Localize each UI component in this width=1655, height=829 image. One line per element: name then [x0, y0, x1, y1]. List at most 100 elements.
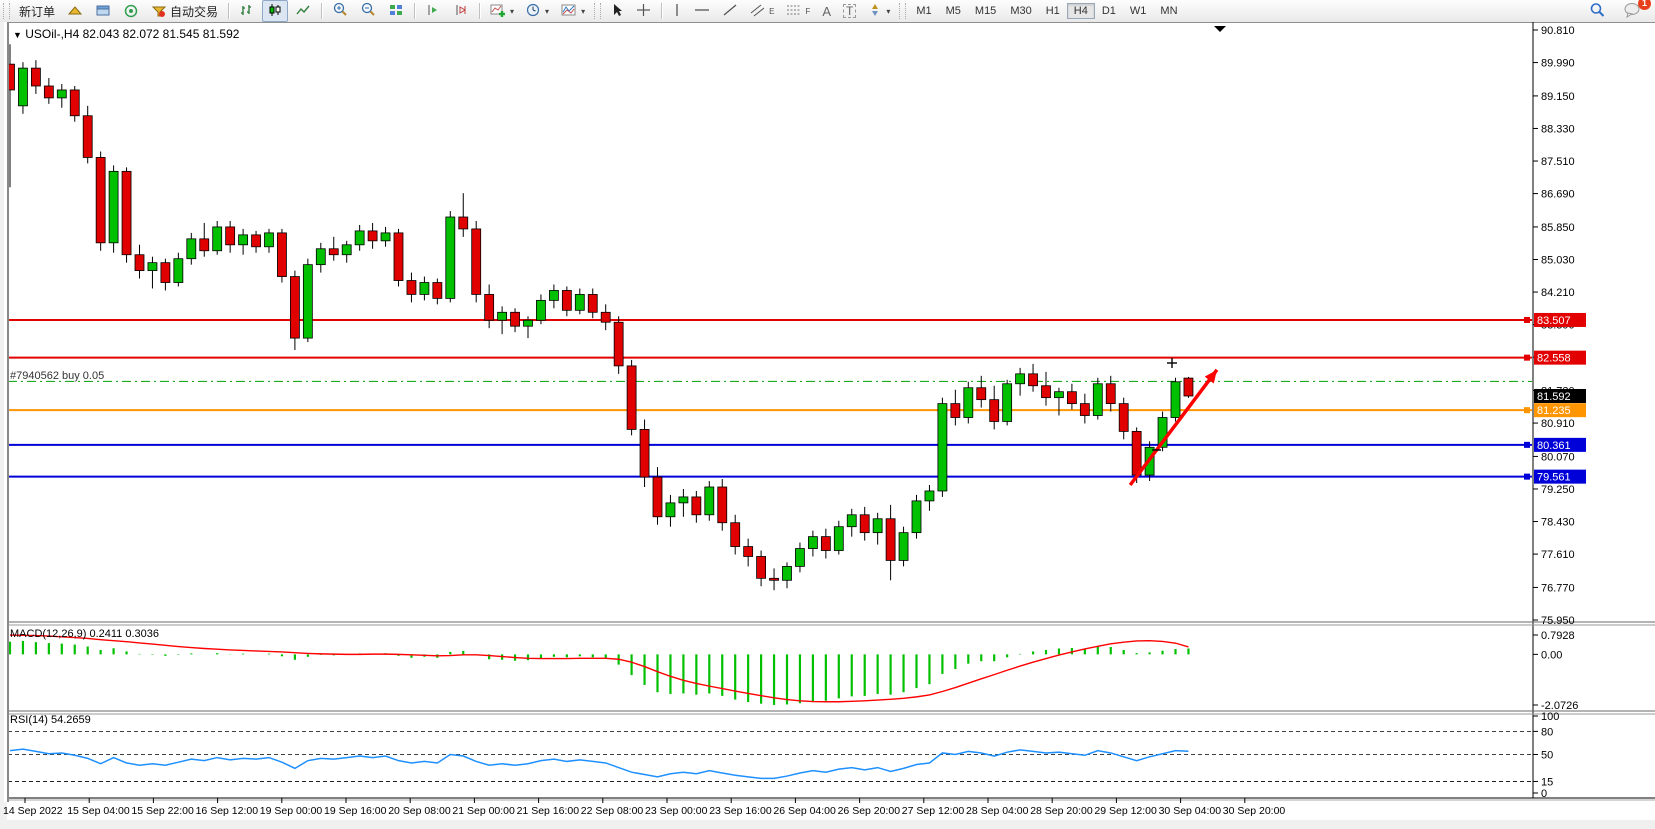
svg-text:27 Sep 12:00: 27 Sep 12:00: [902, 805, 965, 817]
svg-text:79.250: 79.250: [1541, 484, 1575, 496]
horizontal-line-button[interactable]: [689, 0, 715, 22]
toolbar-grip[interactable]: [899, 3, 906, 19]
svg-text:50: 50: [1541, 750, 1553, 762]
line-chart-button[interactable]: [290, 0, 316, 22]
new-order-label: 新订单: [19, 3, 55, 20]
tab-timeframe-m5[interactable]: M5: [939, 3, 968, 19]
svg-text:79.561: 79.561: [1537, 472, 1571, 484]
zoom-out-button[interactable]: [355, 0, 381, 22]
crosshair-icon: [636, 3, 651, 20]
terminal-icon: [95, 4, 111, 18]
toolbar-grip[interactable]: [3, 3, 10, 19]
svg-text:90.810: 90.810: [1541, 25, 1575, 37]
svg-text:85.030: 85.030: [1541, 254, 1575, 266]
bar-chart-button[interactable]: [234, 0, 260, 22]
svg-text:83.507: 83.507: [1537, 315, 1571, 327]
timeframe-toolbar: M1M5M15M30H1H4D1W1MN: [909, 3, 1184, 19]
svg-text:23 Sep 16:00: 23 Sep 16:00: [709, 805, 772, 817]
svg-text:81.592: 81.592: [1537, 391, 1571, 403]
vertical-line-button[interactable]: [667, 0, 687, 22]
arrows-caret-icon: ▾: [886, 7, 890, 16]
line-chart-icon: [295, 3, 311, 20]
toolbar-grip[interactable]: [594, 3, 601, 19]
periods-button[interactable]: ▾: [521, 0, 554, 22]
tile-windows-button[interactable]: [383, 0, 409, 22]
sonar-icon: [123, 4, 139, 18]
vertical-line-icon: [672, 3, 682, 20]
channel-icon: [750, 3, 766, 20]
crosshair-button[interactable]: [631, 0, 656, 22]
auto-scroll-button[interactable]: [420, 0, 446, 22]
fibonacci-button[interactable]: F: [781, 0, 815, 22]
svg-text:15 Sep 22:00: 15 Sep 22:00: [131, 805, 194, 817]
tab-timeframe-h1[interactable]: H1: [1039, 3, 1067, 19]
toolbar-separator: [228, 3, 229, 19]
text-label-icon: T: [843, 4, 856, 18]
clock-icon: [526, 3, 541, 20]
text-label-button[interactable]: T: [838, 0, 861, 22]
svg-text:20 Sep 08:00: 20 Sep 08:00: [388, 805, 451, 817]
tab-timeframe-h4[interactable]: H4: [1067, 3, 1095, 19]
zoom-in-icon: [332, 2, 348, 20]
svg-text:28 Sep 04:00: 28 Sep 04:00: [966, 805, 1029, 817]
svg-text:87.510: 87.510: [1541, 156, 1575, 168]
cursor-button[interactable]: [605, 0, 629, 22]
svg-text:0: 0: [1541, 788, 1547, 800]
svg-text:80.361: 80.361: [1537, 440, 1571, 452]
arrows-button[interactable]: ▾: [863, 0, 895, 22]
notification-badge: 1: [1638, 0, 1651, 10]
price-chart-canvas[interactable]: 90.81089.99089.15088.33087.51086.69085.8…: [0, 22, 1655, 824]
trendline-button[interactable]: [717, 0, 743, 22]
candlestick-chart-icon: [267, 3, 283, 20]
search-button[interactable]: [1584, 0, 1611, 22]
arrows-tool-icon: [868, 3, 882, 20]
svg-text:82.558: 82.558: [1537, 353, 1571, 365]
window-left-splitter[interactable]: [0, 22, 9, 802]
tab-timeframe-m15[interactable]: M15: [968, 3, 1003, 19]
svg-text:89.990: 89.990: [1541, 58, 1575, 70]
zoom-out-icon: [360, 2, 376, 20]
svg-text:30 Sep 20:00: 30 Sep 20:00: [1223, 805, 1286, 817]
horizontal-line-icon: [694, 3, 710, 20]
toolbar-separator: [661, 3, 662, 19]
channel-letter: E: [769, 7, 774, 16]
text-tool-icon: A: [822, 4, 831, 19]
fibonacci-icon: [786, 3, 802, 20]
tab-timeframe-m30[interactable]: M30: [1003, 3, 1038, 19]
strategy-tester-button[interactable]: [118, 0, 144, 22]
tab-timeframe-m1[interactable]: M1: [909, 3, 938, 19]
svg-text:19 Sep 16:00: 19 Sep 16:00: [324, 805, 387, 817]
templates-caret-icon: ▾: [581, 7, 585, 16]
tile-windows-icon: [388, 3, 404, 20]
equidistant-channel-button[interactable]: E: [745, 0, 779, 22]
chart-profile-button[interactable]: [62, 0, 88, 22]
svg-text:23 Sep 00:00: 23 Sep 00:00: [645, 805, 708, 817]
auto-trading-button[interactable]: 自动交易: [146, 0, 223, 22]
svg-text:0.7928: 0.7928: [1541, 630, 1575, 642]
chart-background: [7, 22, 1655, 820]
tab-timeframe-d1[interactable]: D1: [1095, 3, 1123, 19]
text-button[interactable]: A: [817, 0, 836, 22]
svg-text:21 Sep 00:00: 21 Sep 00:00: [452, 805, 515, 817]
chart-shift-button[interactable]: [448, 0, 474, 22]
main-toolbar: 新订单 自动交易: [0, 0, 1655, 23]
svg-text:30 Sep 04:00: 30 Sep 04:00: [1159, 805, 1222, 817]
templates-icon: [561, 3, 577, 20]
notifications-button[interactable]: 1: [1618, 0, 1646, 22]
templates-button[interactable]: ▾: [556, 0, 590, 22]
terminal-button[interactable]: [90, 0, 116, 22]
svg-text:86.690: 86.690: [1541, 189, 1575, 201]
tab-timeframe-mn[interactable]: MN: [1153, 3, 1184, 19]
candlestick-chart-button[interactable]: [262, 0, 288, 22]
indicators-button[interactable]: ▾: [485, 0, 519, 22]
svg-text:76.770: 76.770: [1541, 582, 1575, 594]
periods-caret-icon: ▾: [545, 7, 549, 16]
svg-text:85.850: 85.850: [1541, 222, 1575, 234]
svg-text:89.150: 89.150: [1541, 91, 1575, 103]
svg-text:75.950: 75.950: [1541, 615, 1575, 627]
svg-text:81.235: 81.235: [1537, 405, 1571, 417]
toolbar-separator: [321, 3, 322, 19]
new-order-button[interactable]: 新订单: [14, 0, 60, 22]
tab-timeframe-w1[interactable]: W1: [1123, 3, 1154, 19]
zoom-in-button[interactable]: [327, 0, 353, 22]
